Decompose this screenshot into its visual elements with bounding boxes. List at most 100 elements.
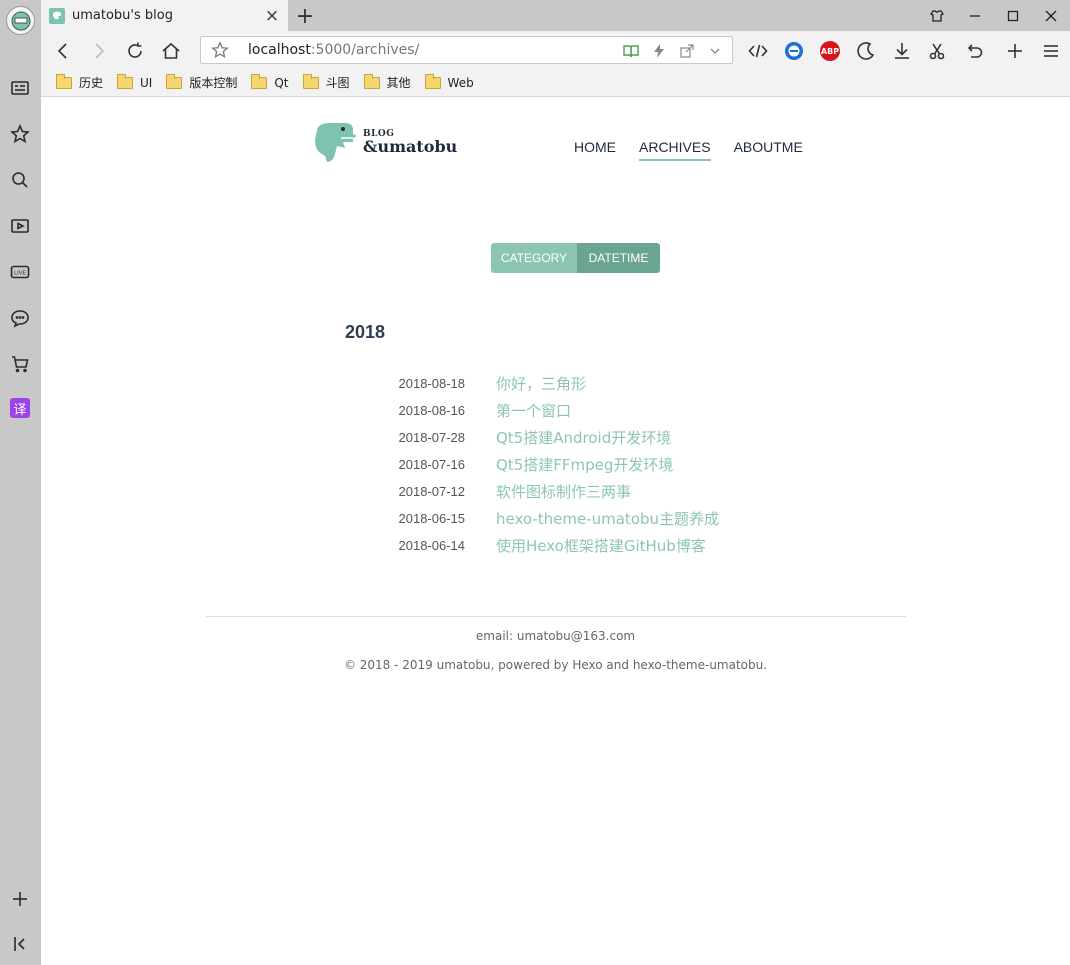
adblock-label: ABP [820, 41, 840, 61]
forward-icon[interactable] [87, 39, 111, 63]
bookmark-star-icon[interactable] [211, 41, 231, 61]
logo-text: BLOG &umatobu [363, 128, 458, 156]
post-date: 2018-06-15 [398, 511, 466, 526]
bookmark-folder[interactable]: 历史 [56, 73, 103, 91]
reader-mode-icon[interactable] [622, 42, 640, 60]
post-item: 2018-07-16 Qt5搭建FFmpeg开发环境 [381, 451, 719, 478]
datetime-button[interactable]: DATETIME [577, 243, 660, 273]
tab-strip: umatobu's blog × + [41, 0, 1070, 31]
bookmark-folder[interactable]: Web [424, 73, 474, 90]
screenshot-scissors-icon[interactable] [926, 39, 950, 63]
folder-icon [424, 73, 441, 89]
bookmark-folder[interactable]: Qt [251, 73, 289, 90]
post-list: 2018-08-18 你好，三角形 2018-08-16 第一个窗口 2018-07… [381, 370, 720, 559]
maximize-icon[interactable] [994, 0, 1032, 31]
post-date: 2018-07-16 [398, 457, 466, 472]
skin-icon[interactable] [918, 0, 956, 31]
post-link[interactable]: 你好，三角形 [496, 373, 586, 394]
tab-active[interactable]: umatobu's blog × [41, 0, 288, 31]
main-nav: HOME ARCHIVES ABOUTME [574, 139, 803, 161]
menu-icon[interactable] [1039, 39, 1063, 63]
avatar-icon [11, 11, 30, 30]
post-item: 2018-07-28 Qt5搭建Android开发环境 [381, 424, 719, 451]
live-icon[interactable]: LIVE [8, 260, 32, 284]
post-item: 2018-07-12 软件图标制作三两事 [381, 478, 719, 505]
search-icon[interactable] [8, 168, 32, 192]
back-icon[interactable] [51, 39, 75, 63]
year-heading: 2018 [345, 322, 386, 342]
translate-icon[interactable]: 译 [10, 398, 30, 418]
lightning-icon[interactable] [650, 42, 668, 60]
post-item: 2018-06-14 使用Hexo框架搭建GitHub博客 [381, 532, 719, 559]
window-controls [918, 0, 1070, 31]
address-bar[interactable]: localhost:5000/archives/ [200, 36, 733, 64]
web-page: BLOG &umatobu HOME ARCHIVES ABOUTME CATE… [41, 98, 1070, 965]
post-item: 2018-06-15 hexo-theme-umatobu主题养成 [381, 505, 720, 532]
post-item: 2018-08-18 你好，三角形 [381, 370, 719, 397]
folder-icon [166, 73, 183, 89]
user-avatar[interactable] [6, 6, 35, 35]
bookmark-folder[interactable]: 其他 [363, 73, 411, 91]
folder-icon [302, 73, 319, 89]
reading-list-icon[interactable] [8, 76, 32, 100]
night-mode-icon[interactable] [854, 39, 878, 63]
browser-toolbar: localhost:5000/archives/ ABP [41, 31, 1070, 69]
reload-icon[interactable] [123, 39, 147, 63]
svg-text:LIVE: LIVE [14, 271, 26, 277]
tab-title: umatobu's blog [72, 8, 173, 23]
undo-close-icon[interactable] [962, 39, 986, 63]
folder-icon [56, 73, 72, 89]
cart-icon[interactable] [8, 352, 32, 376]
archive-view-switcher: CATEGORY DATETIME [491, 243, 660, 273]
post-link[interactable]: Qt5搭建Android开发环境 [496, 427, 671, 448]
video-icon[interactable] [8, 214, 32, 238]
post-link[interactable]: 使用Hexo框架搭建GitHub博客 [496, 535, 706, 556]
post-item: 2018-08-16 第一个窗口 [381, 397, 719, 424]
bookmark-folder[interactable]: UI [117, 73, 152, 90]
url-text[interactable]: localhost:5000/archives/ [248, 42, 419, 58]
post-date: 2018-08-16 [398, 403, 466, 418]
post-date: 2018-08-18 [398, 376, 466, 391]
home-icon[interactable] [159, 39, 183, 63]
close-window-icon[interactable] [1032, 0, 1070, 31]
browser-sidebar: LIVE 译 [0, 0, 41, 965]
bookmark-folder[interactable]: 斗图 [302, 73, 350, 91]
share-icon[interactable] [678, 42, 696, 60]
folder-icon [251, 73, 268, 89]
folder-icon [117, 73, 134, 89]
add-icon[interactable] [1003, 39, 1027, 63]
chevron-down-icon[interactable] [706, 42, 724, 60]
post-date: 2018-06-14 [398, 538, 466, 553]
post-date: 2018-07-28 [398, 430, 466, 445]
download-icon[interactable] [890, 39, 914, 63]
dinosaur-logo-icon [315, 123, 357, 162]
extension-e-icon[interactable] [782, 39, 806, 63]
nav-archives[interactable]: ARCHIVES [639, 139, 711, 161]
bookmarks-bar: 历史 UI 版本控制 Qt 斗图 其他 Web [41, 69, 1070, 97]
add-panel-icon[interactable] [8, 887, 32, 911]
footer-copyright: © 2018 - 2019 umatobu, powered by Hexo a… [343, 658, 768, 672]
post-link[interactable]: Qt5搭建FFmpeg开发环境 [496, 454, 673, 475]
folder-icon [363, 73, 380, 89]
post-link[interactable]: hexo-theme-umatobu主题养成 [496, 508, 719, 529]
post-link[interactable]: 软件图标制作三两事 [496, 481, 631, 502]
url-actions [622, 42, 724, 60]
favorites-star-icon[interactable] [8, 122, 32, 146]
dev-tools-icon[interactable] [746, 39, 770, 63]
nav-aboutme[interactable]: ABOUTME [734, 139, 803, 161]
category-button[interactable]: CATEGORY [491, 243, 577, 273]
site-logo[interactable]: BLOG &umatobu [313, 120, 457, 164]
post-date: 2018-07-12 [398, 484, 466, 499]
collapse-sidebar-icon[interactable] [8, 932, 32, 956]
footer-divider [206, 616, 906, 617]
bookmark-folder[interactable]: 版本控制 [166, 73, 237, 91]
new-tab-button[interactable]: + [293, 4, 317, 29]
chat-icon[interactable] [8, 306, 32, 330]
tab-close-icon[interactable]: × [262, 6, 282, 26]
adblock-icon[interactable]: ABP [818, 39, 842, 63]
minimize-icon[interactable] [956, 0, 994, 31]
tab-favicon-icon [49, 7, 65, 24]
post-link[interactable]: 第一个窗口 [496, 400, 571, 421]
footer-email: email: umatobu@163.com [475, 629, 636, 643]
nav-home[interactable]: HOME [574, 139, 616, 161]
